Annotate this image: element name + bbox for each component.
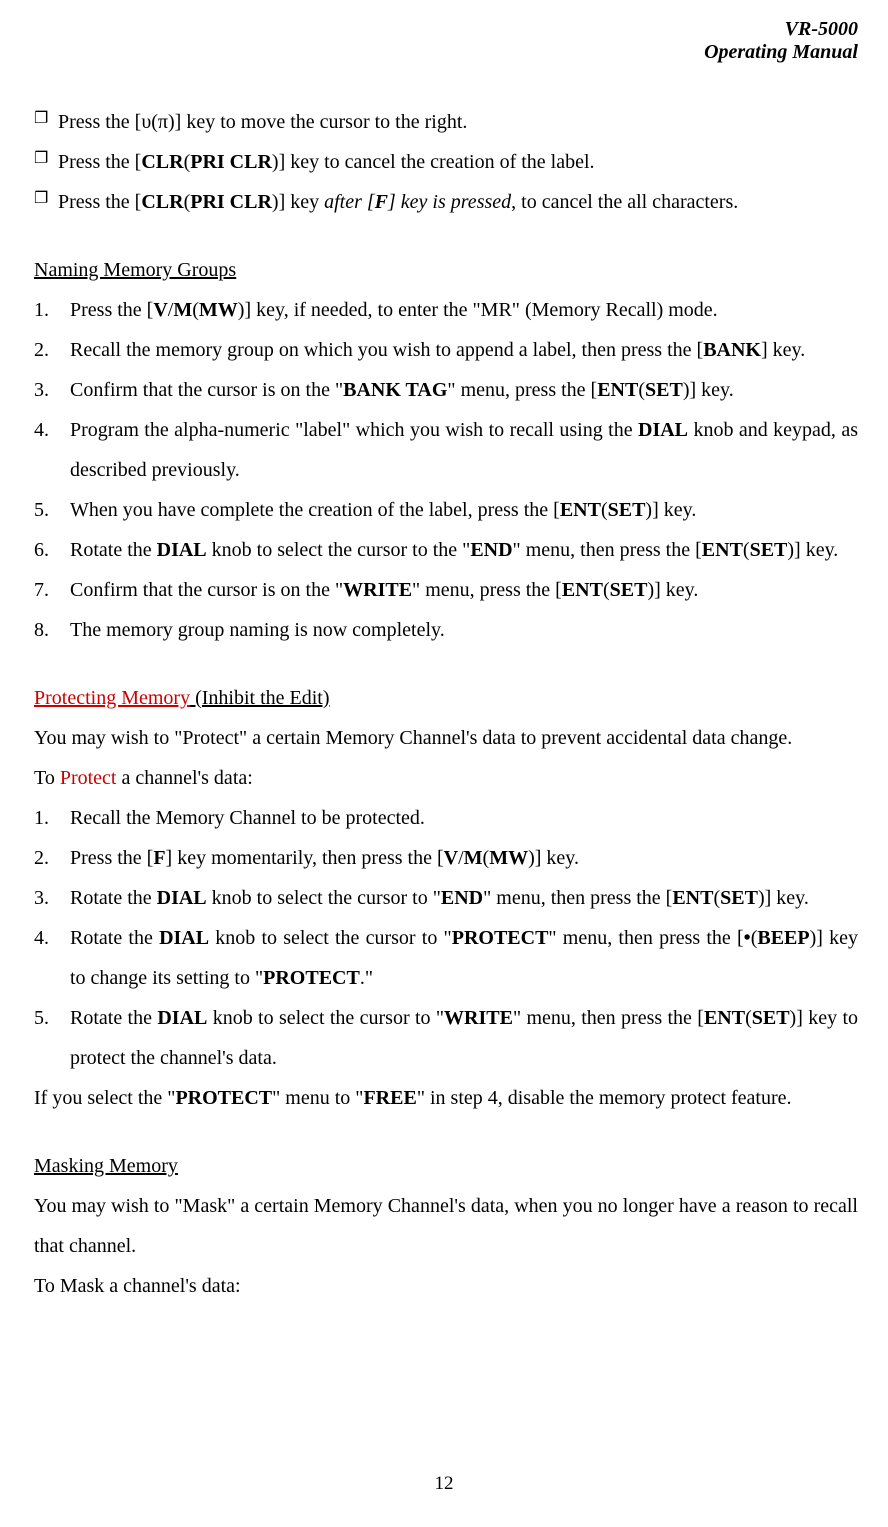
page-number: 12 — [0, 1473, 888, 1495]
list-item: Confirm that the cursor is on the "BANK … — [34, 370, 858, 410]
bullet-item: Press the [υ(π)] key to move the cursor … — [34, 102, 858, 142]
bullet-item: Press the [CLR(PRI CLR)] key after [F] k… — [34, 182, 858, 222]
list-item: The memory group naming is now completel… — [34, 610, 858, 650]
bullet-item: Press the [CLR(PRI CLR)] key to cancel t… — [34, 142, 858, 182]
list-item: Recall the memory group on which you wis… — [34, 330, 858, 370]
section-heading-naming: Naming Memory Groups — [34, 250, 858, 290]
header-title: Operating Manual — [34, 41, 858, 64]
naming-list: Press the [V/M(MW)] key, if needed, to e… — [34, 290, 858, 650]
list-item: Recall the Memory Channel to be protecte… — [34, 798, 858, 838]
list-item: Rotate the DIAL knob to select the curso… — [34, 530, 858, 570]
protect-to-line: To Protect a channel's data: — [34, 758, 858, 798]
bullet-list: Press the [υ(π)] key to move the cursor … — [34, 102, 858, 222]
list-item: Rotate the DIAL knob to select the curso… — [34, 878, 858, 918]
page-content: Press the [υ(π)] key to move the cursor … — [34, 102, 858, 1306]
mask-paragraph-2: To Mask a channel's data: — [34, 1266, 858, 1306]
manual-page: VR-5000 Operating Manual Press the [υ(π)… — [0, 0, 888, 1527]
protect-intro: You may wish to "Protect" a certain Memo… — [34, 718, 858, 758]
list-item: Rotate the DIAL knob to select the curso… — [34, 918, 858, 998]
list-item: Rotate the DIAL knob to select the curso… — [34, 998, 858, 1078]
protect-after: If you select the "PROTECT" menu to "FRE… — [34, 1078, 858, 1118]
header-model: VR-5000 — [34, 18, 858, 41]
list-item: Press the [V/M(MW)] key, if needed, to e… — [34, 290, 858, 330]
list-item: Press the [F] key momentarily, then pres… — [34, 838, 858, 878]
list-item: Program the alpha-numeric "label" which … — [34, 410, 858, 490]
section-heading-protect: Protecting Memory (Inhibit the Edit) — [34, 678, 858, 718]
list-item: Confirm that the cursor is on the "WRITE… — [34, 570, 858, 610]
section-heading-mask: Masking Memory — [34, 1146, 858, 1186]
mask-paragraph-1: You may wish to "Mask" a certain Memory … — [34, 1186, 858, 1266]
list-item: When you have complete the creation of t… — [34, 490, 858, 530]
protect-list: Recall the Memory Channel to be protecte… — [34, 798, 858, 1078]
page-header: VR-5000 Operating Manual — [34, 18, 858, 64]
